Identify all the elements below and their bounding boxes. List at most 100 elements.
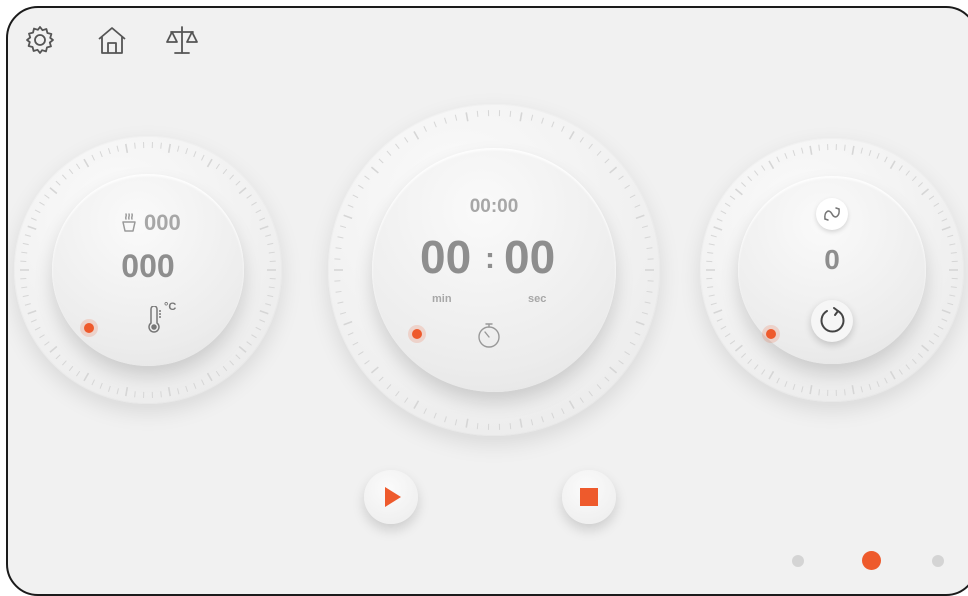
dial-tick bbox=[730, 341, 735, 345]
dial-tick bbox=[466, 419, 468, 428]
dial-tick bbox=[947, 303, 953, 305]
dial-tick bbox=[126, 387, 128, 396]
timer-dial[interactable]: 00:00 00 : 00 min sec bbox=[328, 104, 660, 436]
dial-tick bbox=[951, 287, 957, 288]
dial-tick bbox=[50, 346, 57, 352]
timer-icon bbox=[476, 322, 502, 350]
dial-tick bbox=[552, 413, 554, 419]
dial-tick bbox=[711, 303, 717, 305]
dial-tick bbox=[340, 226, 346, 228]
dial-tick bbox=[50, 188, 57, 194]
dial-tick bbox=[92, 155, 95, 160]
page-dot-2[interactable] bbox=[862, 551, 881, 570]
dial-tick bbox=[762, 369, 765, 374]
dial-tick bbox=[922, 345, 929, 351]
dial-tick bbox=[630, 342, 635, 345]
dial-tick bbox=[126, 144, 128, 153]
dial-tick bbox=[44, 342, 49, 346]
dial-tick bbox=[942, 219, 947, 221]
temperature-value: 000 bbox=[14, 248, 282, 285]
dial-tick bbox=[869, 150, 871, 156]
dial-tick bbox=[466, 112, 468, 121]
dial-tick bbox=[625, 185, 630, 188]
dial-tick bbox=[260, 226, 268, 229]
speed-value: 0 bbox=[700, 244, 964, 276]
dial-tick bbox=[69, 169, 73, 174]
dial-tick bbox=[477, 423, 478, 429]
dial-tick bbox=[216, 371, 219, 376]
dial-tick bbox=[542, 118, 544, 124]
dial-tick bbox=[934, 203, 939, 206]
dial-tick bbox=[424, 408, 427, 413]
dial-tick bbox=[336, 291, 342, 292]
gear-icon[interactable] bbox=[22, 22, 58, 58]
dial-tick bbox=[725, 334, 730, 337]
dial-tick bbox=[371, 367, 378, 373]
dial-tick bbox=[405, 137, 408, 142]
dial-tick bbox=[777, 378, 780, 383]
scale-icon[interactable] bbox=[164, 22, 200, 58]
speed-dial[interactable]: 0 bbox=[700, 138, 964, 402]
dial-tick bbox=[707, 287, 713, 288]
dial-tick bbox=[178, 388, 179, 394]
dial-tick bbox=[379, 159, 383, 163]
dial-tick bbox=[25, 304, 31, 306]
dial-tick bbox=[267, 295, 273, 296]
dial-tick bbox=[358, 185, 363, 188]
dial-tick bbox=[31, 320, 36, 322]
dial-tick bbox=[414, 131, 419, 139]
dial-tick bbox=[861, 148, 862, 154]
dial-tick bbox=[642, 312, 648, 314]
dial-tick bbox=[201, 155, 204, 160]
timer-set-time: 00:00 bbox=[328, 196, 660, 218]
dial-tick bbox=[912, 176, 916, 180]
dial-tick bbox=[267, 243, 273, 244]
dial-tick bbox=[647, 248, 653, 249]
timer-sec-label: sec bbox=[528, 293, 546, 305]
dial-tick bbox=[619, 361, 624, 365]
temperature-indicator bbox=[84, 323, 94, 333]
dial-tick bbox=[395, 391, 399, 396]
dial-tick bbox=[337, 237, 343, 238]
dial-tick bbox=[947, 235, 953, 237]
dial-tick bbox=[721, 211, 726, 214]
dial-tick bbox=[371, 167, 378, 173]
dial-tick bbox=[269, 287, 275, 288]
dial-tick bbox=[239, 346, 246, 352]
dial-tick bbox=[605, 159, 609, 163]
dial-tick bbox=[645, 237, 651, 238]
dial-tick bbox=[208, 159, 213, 167]
page-dot-1[interactable] bbox=[792, 555, 804, 567]
dial-tick bbox=[259, 320, 264, 322]
dial-tick bbox=[922, 189, 929, 195]
page-dot-3[interactable] bbox=[932, 555, 944, 567]
reverse-button[interactable] bbox=[811, 300, 853, 342]
start-button[interactable] bbox=[364, 470, 418, 524]
dial-tick bbox=[117, 146, 118, 152]
dial-tick bbox=[365, 176, 370, 180]
dial-tick bbox=[405, 398, 408, 403]
dial-tick bbox=[344, 322, 352, 325]
dial-tick bbox=[645, 302, 651, 303]
dial-tick bbox=[942, 319, 947, 321]
dial-tick bbox=[358, 352, 363, 355]
dial-tick bbox=[265, 235, 271, 237]
dial-tick bbox=[934, 334, 939, 337]
dial-tick bbox=[785, 381, 787, 387]
dial-tick bbox=[580, 398, 583, 403]
dial-tick bbox=[580, 137, 583, 142]
dial-tick bbox=[570, 401, 575, 409]
dial-tick bbox=[340, 312, 346, 314]
stop-button[interactable] bbox=[562, 470, 616, 524]
timer-seconds: 00 bbox=[504, 230, 555, 284]
stop-icon bbox=[562, 470, 616, 524]
dial-tick bbox=[725, 203, 730, 206]
dial-tick bbox=[748, 359, 752, 363]
home-icon[interactable] bbox=[94, 22, 130, 58]
dial-tick bbox=[938, 326, 943, 329]
temperature-dial[interactable]: 000 000 °C bbox=[14, 136, 282, 404]
dial-tick bbox=[117, 388, 118, 394]
dial-tick bbox=[938, 211, 943, 214]
dial-tick bbox=[531, 115, 532, 121]
timer-min-label: min bbox=[432, 293, 452, 305]
